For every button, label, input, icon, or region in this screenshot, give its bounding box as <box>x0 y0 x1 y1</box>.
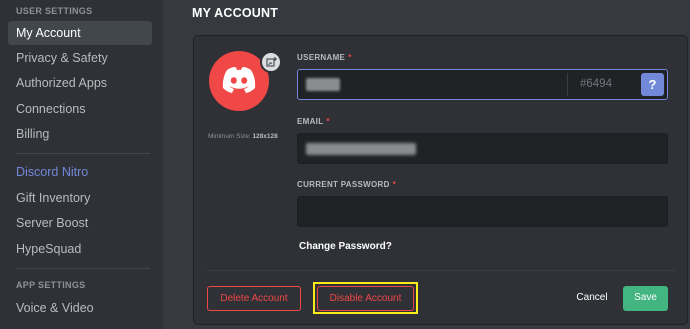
required-marker: * <box>392 180 397 189</box>
min-size-value: 128x128 <box>252 133 278 140</box>
email-field[interactable] <box>297 133 668 164</box>
sidebar-item-billing[interactable]: Billing <box>8 122 152 146</box>
help-button[interactable]: ? <box>641 73 664 96</box>
discriminator: #6494 <box>580 78 612 90</box>
required-marker: * <box>326 117 330 126</box>
sidebar-item-authorized-apps[interactable]: Authorized Apps <box>8 71 152 95</box>
password-label: CURRENT PASSWORD * <box>297 180 396 189</box>
sidebar-item-voice-video[interactable]: Voice & Video <box>8 296 152 320</box>
disable-account-button[interactable]: Disable Account <box>317 286 414 311</box>
required-marker: * <box>348 53 352 62</box>
account-card: Minimum Size: 128x128 USERNAME * #6494 ? … <box>193 35 688 325</box>
sidebar-item-privacy-safety[interactable]: Privacy & Safety <box>8 46 152 70</box>
avatar-min-size: Minimum Size: 128x128 <box>208 133 278 140</box>
save-button[interactable]: Save <box>623 286 668 311</box>
username-value-redacted <box>306 78 340 91</box>
username-input[interactable]: #6494 ? <box>297 69 668 100</box>
username-label: USERNAME * <box>297 53 352 62</box>
min-size-label: Minimum Size: <box>208 133 251 140</box>
sidebar-item-server-boost[interactable]: Server Boost <box>8 211 152 235</box>
main-content: MY ACCOUNT Minimum Size: 128x128 USERNAM… <box>163 0 690 329</box>
delete-account-button[interactable]: Delete Account <box>207 286 301 311</box>
discord-logo-icon <box>222 67 256 93</box>
password-label-text: CURRENT PASSWORD <box>297 180 390 189</box>
page-title: MY ACCOUNT <box>192 6 279 20</box>
sidebar-section-app-settings: APP SETTINGS <box>16 280 86 290</box>
sidebar-divider <box>16 268 150 269</box>
sidebar-item-connections[interactable]: Connections <box>8 97 152 121</box>
username-label-text: USERNAME <box>297 53 346 62</box>
email-label-text: EMAIL <box>297 117 324 126</box>
settings-sidebar: USER SETTINGS My Account Privacy & Safet… <box>0 0 163 329</box>
sidebar-divider <box>16 153 150 154</box>
discriminator-divider <box>567 73 568 96</box>
card-divider <box>207 270 676 271</box>
sidebar-item-discord-nitro[interactable]: Discord Nitro <box>8 160 152 184</box>
sidebar-item-gift-inventory[interactable]: Gift Inventory <box>8 186 152 210</box>
cancel-button[interactable]: Cancel <box>567 286 617 311</box>
sidebar-item-my-account[interactable]: My Account <box>8 21 152 45</box>
sidebar-item-hypesquad[interactable]: HypeSquad <box>8 237 152 261</box>
change-password-link[interactable]: Change Password? <box>299 241 392 252</box>
email-value-redacted <box>306 143 416 155</box>
sidebar-section-user-settings: USER SETTINGS <box>16 6 93 16</box>
email-label: EMAIL * <box>297 117 330 126</box>
upload-image-icon[interactable] <box>260 51 282 73</box>
current-password-field[interactable] <box>297 196 668 227</box>
